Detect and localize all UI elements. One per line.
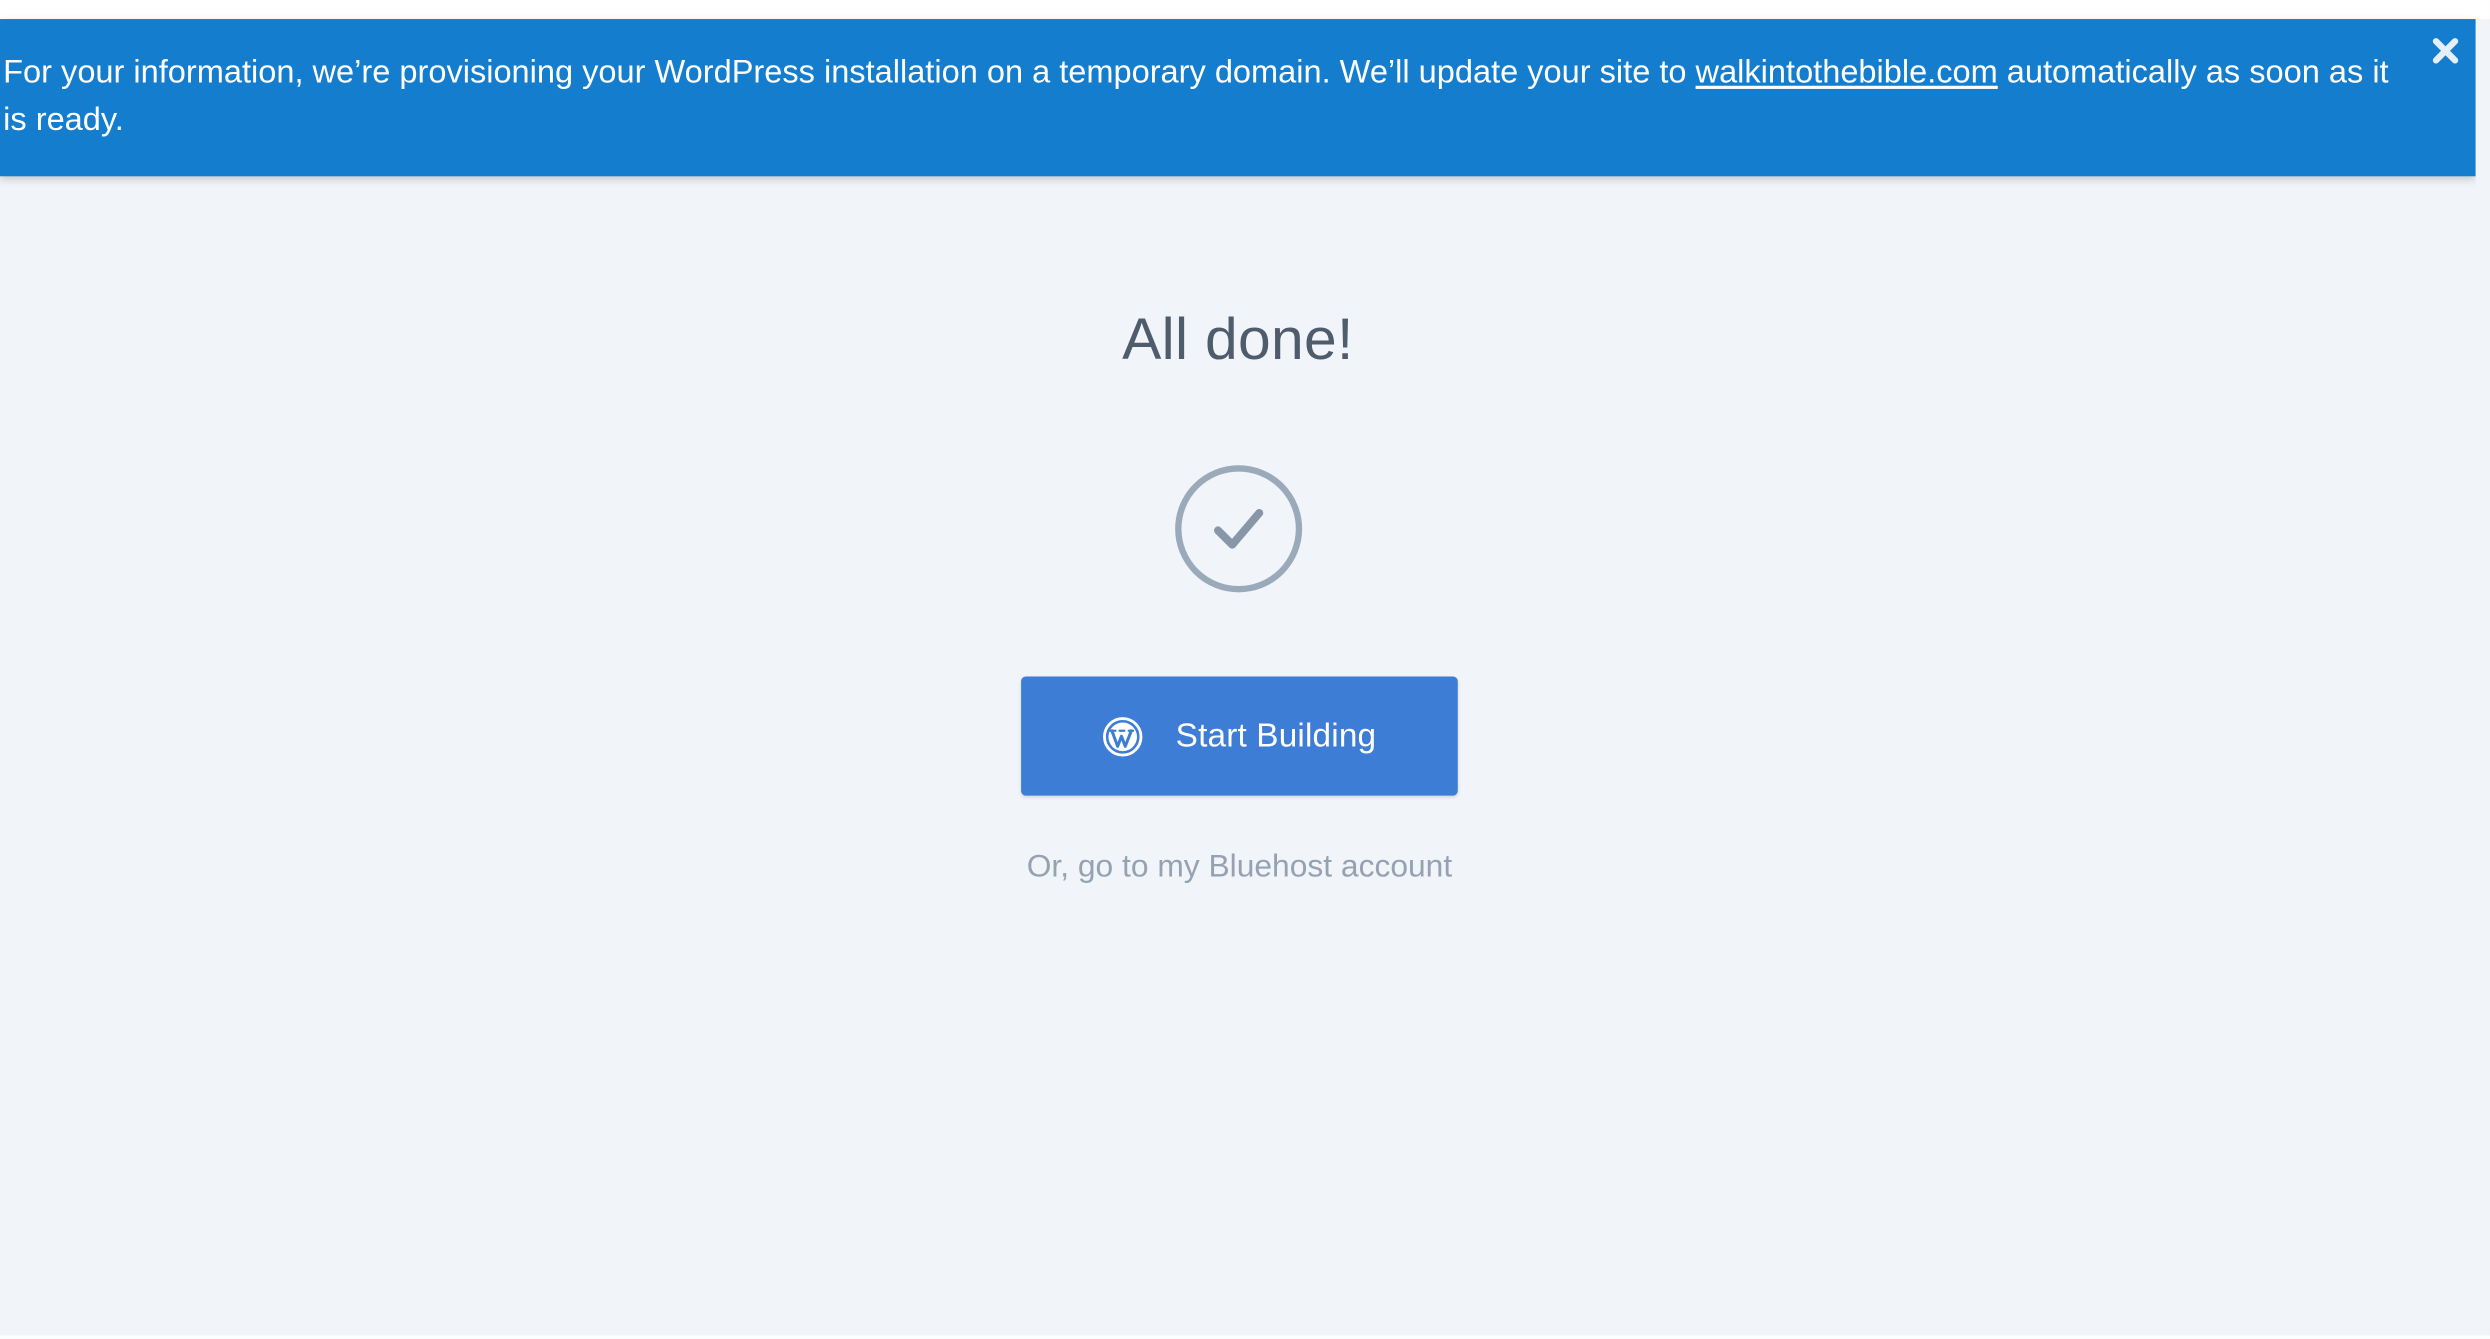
checkmark-circle-icon — [1172, 464, 1305, 597]
right-gutter — [2475, 19, 2490, 1339]
notice-text-before: For your information, we’re provisioning… — [3, 53, 1696, 91]
bluehost-account-link[interactable]: Or, go to my Bluehost account — [0, 850, 2479, 887]
wordpress-logo-icon — [1103, 715, 1144, 756]
top-edge — [0, 0, 2490, 20]
info-notice-banner: For your information, we’re provisioning… — [0, 19, 2476, 177]
bottom-edge — [0, 1335, 2490, 1339]
page: For your information, we’re provisioning… — [0, 0, 2490, 1339]
page-title: All done! — [1122, 306, 1354, 372]
close-icon[interactable] — [2428, 33, 2463, 68]
start-building-label: Start Building — [1175, 716, 1377, 754]
notice-message: For your information, we’re provisioning… — [3, 49, 2409, 144]
domain-link[interactable]: walkintothebible.com — [1696, 54, 1998, 91]
start-building-button[interactable]: Start Building — [1021, 676, 1458, 796]
